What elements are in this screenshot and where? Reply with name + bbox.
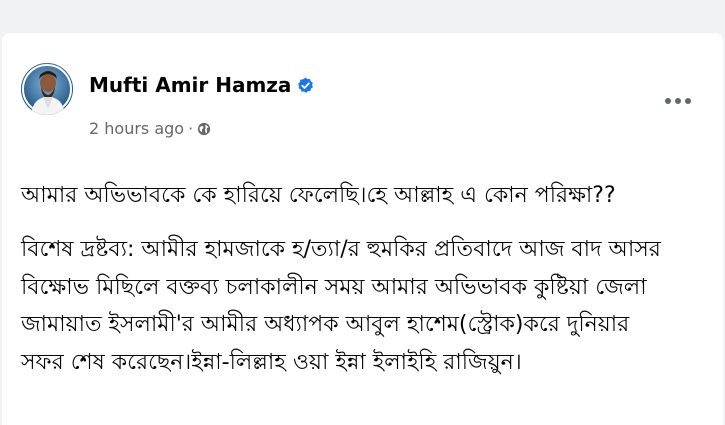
post-timestamp[interactable]: 2 hours ago (89, 119, 184, 138)
post-text-line: জামায়াত ইসলামী'র আমীর অধ্যাপক আবুল হাশে… (21, 312, 630, 337)
author-avatar[interactable] (21, 63, 73, 115)
globe-icon[interactable] (197, 122, 211, 136)
post-text-line: সফর শেষ করেছেন।ইন্না-লিল্লাহ ওয়া ইন্না … (21, 349, 522, 375)
verified-badge-icon (298, 77, 314, 93)
author-name-text[interactable]: Mufti Amir Hamza (89, 73, 291, 97)
post-text-body: বিশেষ দ্রষ্টব্য: আমীর হামজাকে হ/ত্যা/র হ… (21, 231, 716, 381)
post-meta: 2 hours ago · (89, 119, 211, 138)
author-name[interactable]: Mufti Amir Hamza (89, 73, 314, 97)
post-card: Mufti Amir Hamza 2 hours ago · আমার অভিভা… (2, 33, 723, 425)
avatar-image (21, 63, 73, 115)
post-text-line-1: আমার অভিভাবকে কে হারিয়ে ফেলেছি।হে আল্লা… (21, 183, 616, 208)
post-text-line: বিক্ষোভ মিছিলে বক্তব্য চলাকালীন সময় আমা… (21, 274, 647, 300)
post-text-line: বিশেষ দ্রষ্টব্য: আমীর হামজাকে হ/ত্যা/র হ… (21, 237, 661, 262)
more-options-icon[interactable] (663, 93, 693, 109)
meta-separator: · (188, 119, 194, 138)
